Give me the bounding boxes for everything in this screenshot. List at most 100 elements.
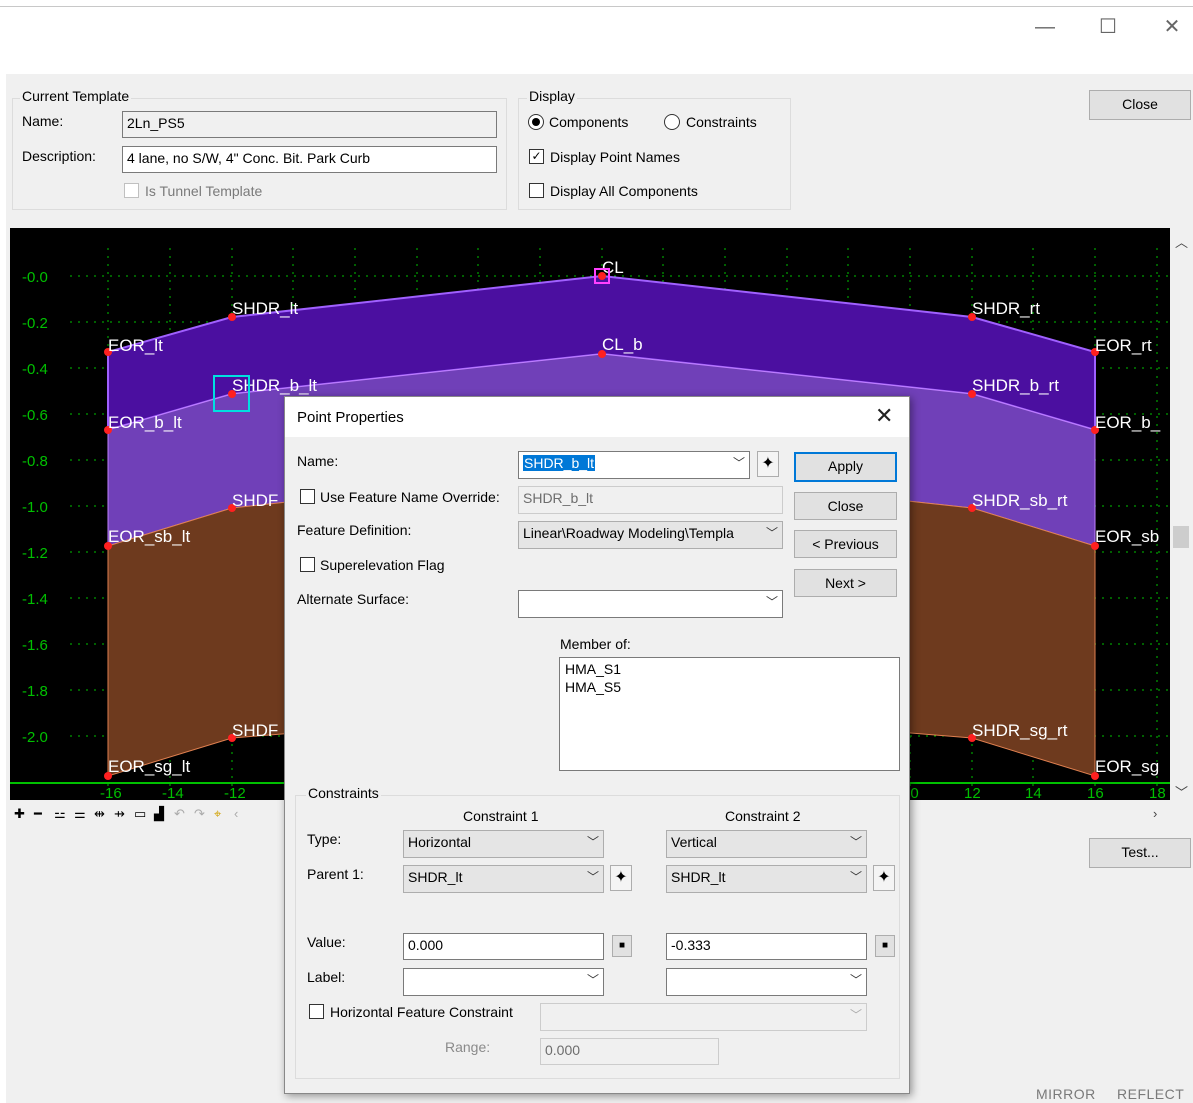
type-label: Type: — [307, 831, 342, 847]
scroll-right-icon[interactable]: › — [1153, 806, 1157, 821]
constraint-2-parent-dropdown[interactable]: SHDR_lt ﹀ — [666, 865, 867, 893]
add-point-icon[interactable]: ✚ — [14, 806, 25, 822]
point-label-eor-sb-lt: EOR_sb_lt — [108, 527, 190, 546]
x-axis-label: 18 — [1149, 785, 1166, 800]
list-item[interactable]: HMA_S1 — [565, 660, 894, 678]
test-button[interactable]: Test... — [1089, 838, 1191, 868]
point-label-shdr-lt: SHDR_lt — [232, 299, 298, 318]
delete-icon[interactable]: ━ — [34, 806, 42, 822]
horizontal-feature-constraint-checkbox[interactable] — [309, 1004, 324, 1019]
constraint-1-value-field[interactable]: 0.000 — [403, 933, 604, 960]
tunnel-template-label: Is Tunnel Template — [145, 183, 263, 199]
scroll-up-icon[interactable]: ︿ — [1175, 232, 1188, 251]
template-description-label: Description: — [22, 148, 96, 164]
member-of-list[interactable]: HMA_S1 HMA_S5 — [559, 657, 900, 771]
constraints-radio[interactable] — [664, 114, 680, 130]
point-label-shdr-sg-lt: SHDF — [232, 721, 278, 740]
display-all-components-checkbox[interactable] — [529, 183, 544, 198]
y-axis-label: -2.0 — [22, 729, 48, 746]
x-axis-label: 14 — [1025, 785, 1042, 800]
superelevation-flag-label: Superelevation Flag — [320, 557, 445, 573]
feature-definition-label: Feature Definition: — [297, 522, 412, 538]
feature-override-field[interactable]: SHDR_b_lt — [518, 486, 783, 514]
rectangle-icon[interactable]: ▭ — [134, 806, 146, 822]
feature-definition-dropdown[interactable]: Linear\Roadway Modeling\Templa ﹀ — [518, 521, 783, 549]
point-name-value: SHDR_b_lt — [523, 455, 596, 471]
close-button[interactable]: Close — [1089, 90, 1191, 120]
pick-parent-1-icon[interactable]: ✦ — [610, 865, 632, 891]
reflect-label[interactable]: REFLECT — [1117, 1086, 1184, 1102]
scroll-down-icon[interactable]: ﹀ — [1175, 782, 1188, 801]
chevron-down-icon: ﹀ — [586, 973, 599, 987]
mirror-label[interactable]: MIRROR — [1036, 1086, 1096, 1102]
pick-parent-2-icon[interactable]: ✦ — [873, 865, 895, 891]
constraint-2-label-dropdown[interactable]: ﹀ — [666, 968, 867, 996]
superelevation-flag-checkbox[interactable] — [300, 557, 315, 572]
constraints-radio-label: Constraints — [686, 114, 757, 130]
crosshair-icon[interactable]: ⌖ — [214, 806, 221, 822]
chevron-down-icon: ﹀ — [849, 835, 862, 849]
point-label-eor-lt: EOR_lt — [108, 336, 163, 355]
y-axis-label: -1.6 — [22, 637, 48, 654]
components-radio[interactable] — [528, 114, 544, 130]
point-label-shdr-b-rt: SHDR_b_rt — [972, 376, 1059, 395]
constraint-2-value-field[interactable]: -0.333 — [666, 933, 867, 960]
point-label-shdr-rt: SHDR_rt — [972, 299, 1040, 318]
point-label-shdr-sb-rt: SHDR_sb_rt — [972, 491, 1068, 510]
stretch-horizontal-icon[interactable]: ⇹ — [94, 806, 105, 822]
maximize-icon[interactable]: ☐ — [1093, 14, 1123, 40]
horizontal-feature-dropdown[interactable]: ﹀ — [540, 1003, 867, 1031]
member-of-label: Member of: — [560, 636, 631, 652]
point-properties-dialog: Point Properties ✕ Name: SHDR_b_lt ﹀ ✦ U… — [284, 396, 910, 1094]
fill-icon[interactable]: ▟ — [154, 806, 164, 822]
parent-1-label: Parent 1: — [307, 866, 364, 882]
constraint-1-label-dropdown[interactable]: ﹀ — [403, 968, 604, 996]
scroll-left-icon[interactable]: ‹ — [234, 806, 238, 821]
chevron-down-icon: ﹀ — [586, 870, 599, 884]
minimize-icon[interactable]: — — [1030, 14, 1060, 40]
y-axis-label: -0.2 — [22, 315, 48, 332]
pick-point-name-icon[interactable]: ✦ — [757, 451, 779, 477]
x-axis-label: 16 — [1087, 785, 1104, 800]
align-bottom-icon[interactable]: ⚌ — [74, 806, 86, 822]
close-window-icon[interactable]: ✕ — [1157, 14, 1187, 40]
undo-icon[interactable]: ↶ — [174, 806, 185, 822]
point-label-cl: CL — [602, 258, 624, 277]
dialog-close-icon[interactable]: ✕ — [875, 403, 893, 429]
constraint-2-parent-value: SHDR_lt — [671, 869, 726, 885]
x-axis-label: -16 — [100, 785, 122, 800]
constraint-2-type-dropdown[interactable]: Vertical ﹀ — [666, 830, 867, 858]
point-label-shdr-b-lt: SHDR_b_lt — [232, 376, 317, 395]
stretch-vertical-icon[interactable]: ⇸ — [114, 806, 125, 822]
y-axis-label: -1.2 — [22, 545, 48, 562]
previous-button[interactable]: < Previous — [794, 530, 897, 558]
constraint-1-type-dropdown[interactable]: Horizontal ﹀ — [403, 830, 604, 858]
apply-button[interactable]: Apply — [794, 452, 897, 482]
point-name-dropdown[interactable]: SHDR_b_lt ﹀ — [518, 451, 750, 479]
dialog-title: Point Properties — [297, 409, 404, 426]
constraint-2-equation-button[interactable]: ■ — [875, 935, 895, 957]
alternate-surface-dropdown[interactable]: ﹀ — [518, 590, 783, 618]
constraint-1-header: Constraint 1 — [463, 808, 539, 824]
x-axis-label: 12 — [964, 785, 981, 800]
value-label: Value: — [307, 934, 346, 950]
redo-icon[interactable]: ↷ — [194, 806, 205, 822]
template-name-field[interactable]: 2Ln_PS5 — [122, 111, 497, 138]
constraint-1-parent-dropdown[interactable]: SHDR_lt ﹀ — [403, 865, 604, 893]
label-label: Label: — [307, 969, 346, 985]
use-feature-override-checkbox[interactable] — [300, 489, 315, 504]
vertical-scroll-thumb[interactable] — [1173, 526, 1189, 548]
y-axis-label: -0.4 — [22, 361, 48, 378]
align-top-icon[interactable]: ⚍ — [54, 806, 66, 822]
range-field[interactable]: 0.000 — [540, 1038, 719, 1065]
list-item[interactable]: HMA_S5 — [565, 678, 894, 696]
point-name-label: Name: — [297, 453, 339, 469]
constraint-1-equation-button[interactable]: ■ — [612, 935, 632, 957]
template-description-field[interactable]: 4 lane, no S/W, 4" Conc. Bit. Park Curb — [122, 146, 497, 173]
display-point-names-checkbox[interactable]: ✓ — [529, 149, 544, 164]
point-label-eor-sg-rt: EOR_sg — [1095, 757, 1159, 776]
display-group-label: Display — [527, 88, 577, 104]
next-button[interactable]: Next > — [794, 569, 897, 597]
tunnel-template-checkbox[interactable] — [124, 183, 139, 198]
dialog-close-button[interactable]: Close — [794, 492, 897, 520]
